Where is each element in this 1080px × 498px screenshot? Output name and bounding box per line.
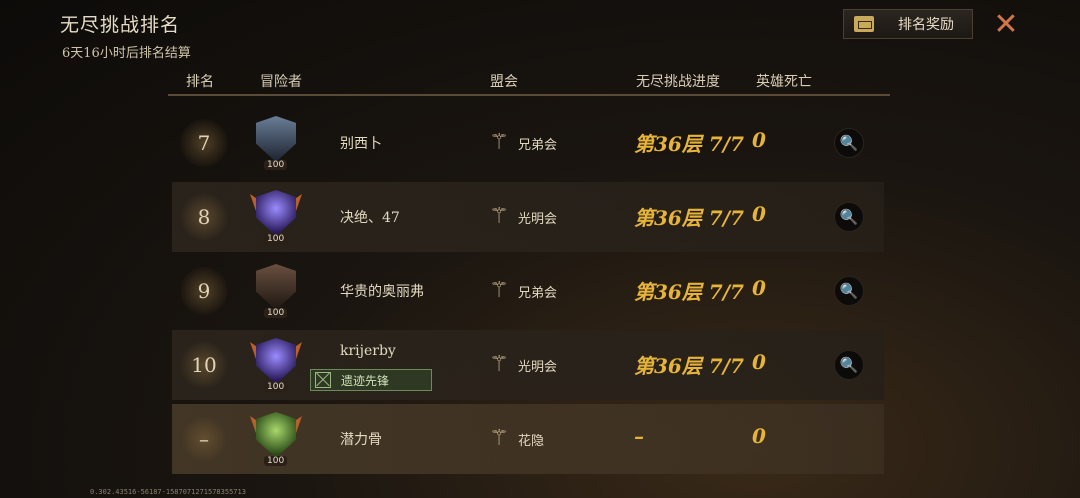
top-bar: 无尽挑战排名 6天16小时后排名结算 排名奖励 ✕ [0, 0, 1080, 62]
rank-reward-label: 排名奖励 [898, 17, 954, 33]
avatar[interactable]: 100 [250, 188, 302, 244]
magnifier-icon: 🔍 [839, 134, 859, 152]
player-name: 决绝、47 [340, 210, 400, 226]
hero-deaths: 0 [752, 128, 766, 152]
col-guild: 盟会 [490, 74, 518, 90]
view-details-button[interactable]: 🔍 [834, 350, 864, 380]
title-badge-label: 遗迹先锋 [341, 373, 390, 388]
hero-deaths: 0 [752, 350, 766, 374]
close-icon[interactable]: ✕ [990, 7, 1022, 42]
guild-emblem-icon: ⚚ [489, 278, 509, 303]
crossed-banner-icon [315, 372, 331, 388]
level-badge: 100 [264, 456, 288, 466]
guild-emblem-icon: ⚚ [489, 130, 509, 155]
table-row[interactable]: 7 100 别西卜 ⚚ 兄弟会 第36层 7/7 0 🔍 [172, 108, 884, 178]
rank-number: – [180, 415, 228, 463]
magnifier-icon: 🔍 [839, 356, 859, 374]
level-badge: 100 [264, 308, 288, 318]
view-details-button[interactable]: 🔍 [834, 128, 864, 158]
purple-mage-crest-icon [256, 190, 296, 236]
player-name: 潜力骨 [340, 432, 382, 448]
bearded-warrior-icon [256, 264, 296, 310]
purple-mage-crest-icon [256, 338, 296, 384]
avatar[interactable]: 100 [250, 410, 302, 466]
view-details-button[interactable]: 🔍 [834, 276, 864, 306]
challenge-progress: – [634, 424, 644, 448]
rank-number: 9 [180, 267, 228, 315]
col-adventurer: 冒险者 [260, 74, 302, 90]
table-row[interactable]: 9 100 华贵的奥丽弗 ⚚ 兄弟会 第36层 7/7 0 🔍 [172, 256, 884, 326]
title-badge: 遗迹先锋 [310, 369, 432, 391]
guild-name: 花隐 [518, 434, 545, 449]
view-details-button[interactable]: 🔍 [834, 202, 864, 232]
challenge-progress: 第36层 7/7 [634, 280, 744, 304]
guild-name: 光明会 [518, 360, 558, 375]
col-progress: 无尽挑战进度 [636, 74, 720, 90]
table-row[interactable]: 10 100 krijerby 遗迹先锋 ⚚ 光明会 第36层 7/7 0 🔍 [172, 330, 884, 400]
table-row[interactable]: 8 100 决绝、47 ⚚ 光明会 第36层 7/7 0 🔍 [172, 182, 884, 252]
guild-name: 兄弟会 [518, 286, 558, 301]
col-hero-deaths: 英雄死亡 [756, 74, 812, 90]
player-name: 华贵的奥丽弗 [340, 284, 424, 300]
rank-number: 7 [180, 119, 228, 167]
guild-emblem-icon: ⚚ [489, 352, 509, 377]
rank-reward-button[interactable]: 排名奖励 [843, 9, 973, 39]
avatar[interactable]: 100 [250, 114, 302, 170]
hero-deaths: 0 [752, 202, 766, 226]
challenge-progress: 第36层 7/7 [634, 206, 744, 230]
self-rank-row: – 100 潜力骨 ⚚ 花隐 – 0 [172, 404, 884, 474]
settlement-countdown: 6天16小时后排名结算 [62, 46, 191, 61]
guild-name: 光明会 [518, 212, 558, 227]
green-druid-crest-icon [256, 412, 296, 458]
level-badge: 100 [264, 382, 288, 392]
hero-deaths: 0 [752, 276, 766, 300]
guild-emblem-icon: ⚚ [489, 204, 509, 229]
player-name: krijerby [340, 343, 396, 359]
magnifier-icon: 🔍 [839, 282, 859, 300]
col-rank: 排名 [186, 74, 214, 90]
level-badge: 100 [264, 234, 288, 244]
rank-number: 10 [180, 341, 228, 389]
challenge-progress: 第36层 7/7 [634, 132, 744, 156]
challenge-progress: 第36层 7/7 [634, 354, 744, 378]
build-version: 0.302.43516-56187-1587071271578355713 [90, 488, 246, 496]
guild-emblem-icon: ⚚ [489, 426, 509, 451]
magnifier-icon: 🔍 [839, 208, 859, 226]
hooded-wraith-icon [256, 116, 296, 162]
treasure-chest-icon [854, 16, 874, 32]
guild-name: 兄弟会 [518, 138, 558, 153]
avatar[interactable]: 100 [250, 262, 302, 318]
hero-deaths: 0 [752, 424, 766, 448]
rank-number: 8 [180, 193, 228, 241]
avatar[interactable]: 100 [250, 336, 302, 392]
table-header: 排名 冒险者 盟会 无尽挑战进度 英雄死亡 [168, 68, 890, 96]
page-title: 无尽挑战排名 [60, 14, 181, 36]
level-badge: 100 [264, 160, 288, 170]
player-name: 别西卜 [340, 136, 382, 152]
